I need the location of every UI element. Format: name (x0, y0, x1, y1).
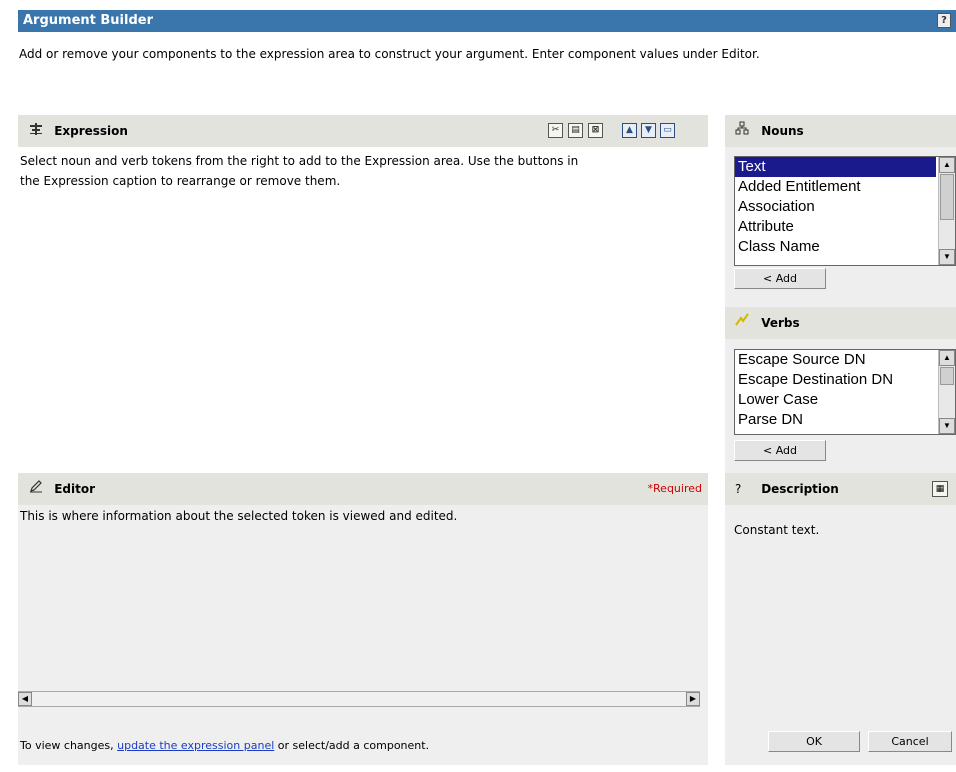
list-item[interactable]: Lower Case (735, 390, 955, 410)
description-header: ? Description ▦ (725, 473, 956, 505)
list-item[interactable]: Association (735, 197, 955, 217)
move-up-icon[interactable]: ▲ (622, 123, 637, 138)
scroll-thumb[interactable] (940, 174, 954, 220)
question-icon: ? (735, 482, 742, 496)
nouns-icon (735, 115, 751, 147)
nouns-list[interactable]: Text Added Entitlement Association Attri… (734, 156, 956, 266)
scroll-up-icon[interactable]: ▲ (939, 350, 955, 366)
right-panel: Nouns Text Added Entitlement Association… (725, 115, 956, 765)
expression-title: Expression (54, 124, 128, 138)
paste-icon[interactable]: ▤ (568, 123, 583, 138)
help-icon[interactable]: ? (937, 13, 951, 28)
expression-icon (28, 115, 44, 147)
move-down-icon[interactable]: ▼ (641, 123, 656, 138)
verbs-scrollbar[interactable]: ▲ ▼ (938, 350, 955, 434)
footer-text: To view changes, update the expression p… (20, 739, 430, 752)
list-item[interactable]: Escape Source DN (735, 350, 955, 370)
expression-instructions-line1: Select noun and verb tokens from the rig… (20, 154, 579, 168)
expression-area[interactable]: Select noun and verb tokens from the rig… (18, 147, 708, 455)
title-bar: Argument Builder ? (18, 10, 956, 32)
editor-header: Editor *Required (18, 473, 708, 505)
editor-footer: To view changes, update the expression p… (18, 707, 708, 765)
horizontal-scrollbar[interactable]: ◀ ▶ (18, 691, 700, 707)
list-item[interactable]: Text (735, 157, 936, 177)
verbs-icon (735, 307, 751, 339)
scroll-up-icon[interactable]: ▲ (939, 157, 955, 173)
expression-header: Expression ✂ ▤ ⊠ ▲ ▼ ▭ (18, 115, 708, 147)
verbs-title: Verbs (761, 316, 800, 330)
scroll-thumb[interactable] (940, 367, 954, 385)
scroll-right-icon[interactable]: ▶ (686, 692, 700, 706)
add-noun-button[interactable]: < Add (734, 268, 826, 289)
ok-button[interactable]: OK (768, 731, 860, 752)
nouns-scrollbar[interactable]: ▲ ▼ (938, 157, 955, 265)
delete-icon[interactable]: ⊠ (588, 123, 603, 138)
list-item[interactable]: Class Name (735, 237, 955, 257)
description-title: Description (761, 482, 839, 496)
scroll-left-icon[interactable]: ◀ (18, 692, 32, 706)
list-item[interactable]: Added Entitlement (735, 177, 955, 197)
list-item[interactable]: Parse DN (735, 410, 955, 430)
scroll-down-icon[interactable]: ▼ (939, 249, 955, 265)
required-note: *Required (647, 482, 702, 495)
verbs-list[interactable]: Escape Source DN Escape Destination DN L… (734, 349, 956, 435)
verbs-header: Verbs (725, 307, 956, 339)
intro-text: Add or remove your components to the exp… (19, 47, 760, 61)
editor-area[interactable]: This is where information about the sele… (18, 505, 708, 707)
list-item[interactable]: Attribute (735, 217, 955, 237)
remove-icon[interactable]: ▭ (660, 123, 675, 138)
list-item[interactable]: Escape Destination DN (735, 370, 955, 390)
description-text: Constant text. (734, 523, 820, 537)
scroll-down-icon[interactable]: ▼ (939, 418, 955, 434)
nouns-title: Nouns (761, 124, 804, 138)
editor-title: Editor (54, 482, 95, 496)
cut-icon[interactable]: ✂ (548, 123, 563, 138)
description-help-icon[interactable]: ▦ (932, 481, 948, 497)
nouns-header: Nouns (725, 115, 956, 147)
update-expression-link[interactable]: update the expression panel (117, 739, 274, 752)
expression-instructions-line2: the Expression caption to rearrange or r… (20, 174, 341, 188)
page-title: Argument Builder (23, 13, 153, 28)
editor-text: This is where information about the sele… (20, 509, 458, 523)
add-verb-button[interactable]: < Add (734, 440, 826, 461)
pencil-icon (28, 473, 44, 505)
cancel-button[interactable]: Cancel (868, 731, 952, 752)
